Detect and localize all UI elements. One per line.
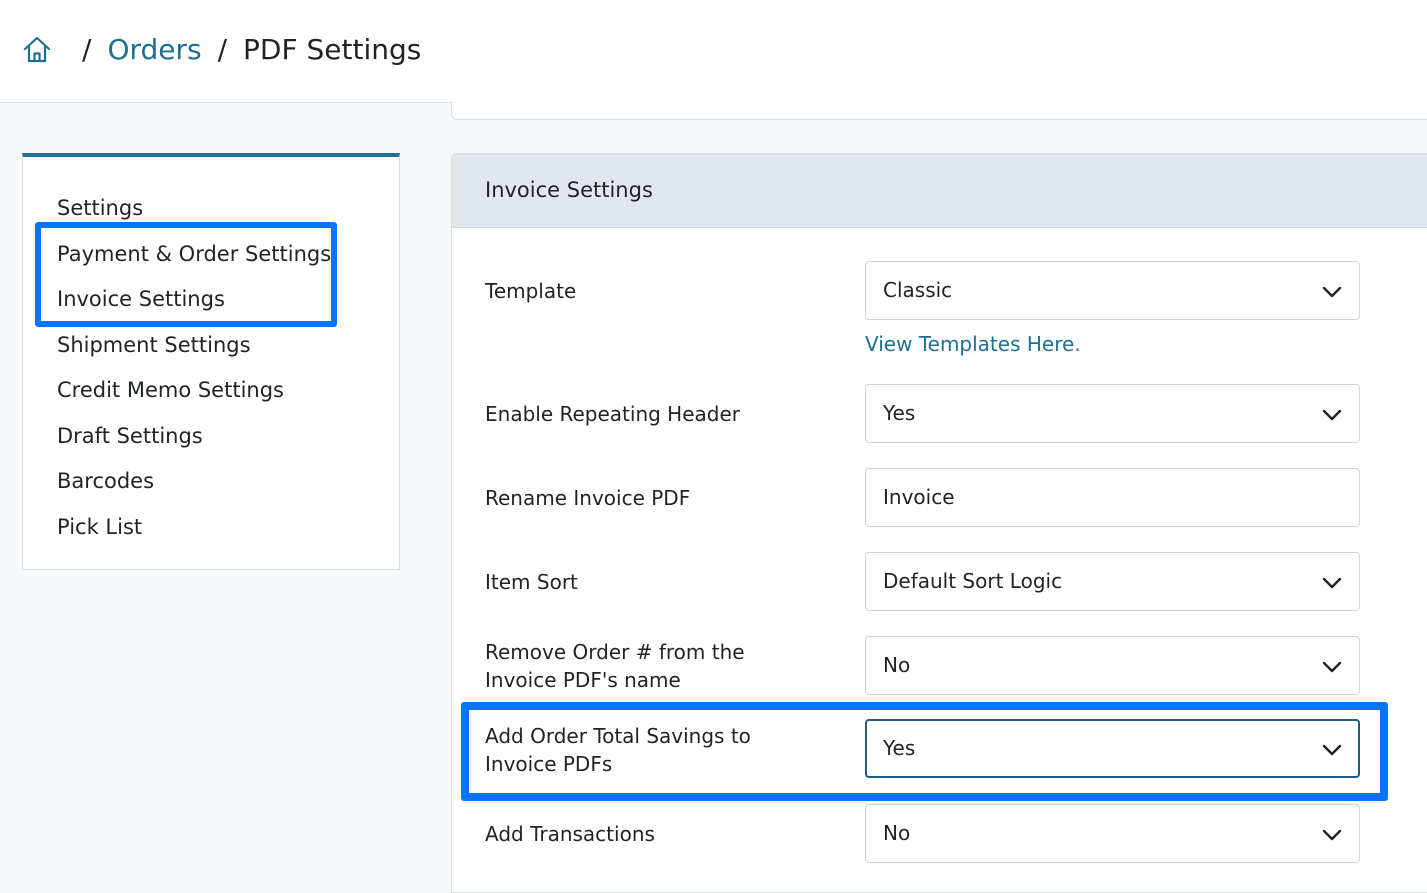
sidebar-item-settings[interactable]: Settings xyxy=(57,194,143,222)
repeating-header-label: Enable Repeating Header xyxy=(485,402,740,426)
rename-pdf-label: Rename Invoice PDF xyxy=(485,486,691,510)
remove-order-number-label: Remove Order # from the Invoice PDF's na… xyxy=(485,640,745,692)
panel-header: Invoice Settings xyxy=(452,154,1427,228)
repeating-header-select[interactable]: Yes xyxy=(865,384,1360,443)
remove-order-number-select-value: No xyxy=(883,653,911,677)
chevron-down-icon xyxy=(1322,409,1342,421)
sidebar-item-invoice-settings[interactable]: Invoice Settings xyxy=(57,285,225,313)
template-select[interactable]: Classic xyxy=(865,261,1360,320)
chevron-down-icon xyxy=(1322,661,1342,673)
remove-order-number-select[interactable]: No xyxy=(865,636,1360,695)
settings-sidebar: Settings Payment & Order Settings Invoic… xyxy=(22,153,400,570)
breadcrumb: / Orders / PDF Settings xyxy=(22,30,421,70)
rename-pdf-input-value: Invoice xyxy=(883,485,955,509)
panel-title: Invoice Settings xyxy=(485,178,653,202)
breadcrumb-separator: / xyxy=(217,33,228,66)
order-total-savings-select[interactable]: Yes xyxy=(865,719,1360,778)
sidebar-item-credit-memo-settings[interactable]: Credit Memo Settings xyxy=(57,376,284,404)
view-templates-link[interactable]: View Templates Here. xyxy=(865,330,1081,358)
template-label: Template xyxy=(485,279,577,303)
chevron-down-icon xyxy=(1322,744,1342,756)
sidebar-item-pick-list[interactable]: Pick List xyxy=(57,513,142,541)
template-select-value: Classic xyxy=(883,278,953,302)
sidebar-item-barcodes[interactable]: Barcodes xyxy=(57,467,154,495)
item-sort-label: Item Sort xyxy=(485,570,578,594)
page-title: PDF Settings xyxy=(243,33,422,66)
chevron-down-icon xyxy=(1322,286,1342,298)
home-icon[interactable] xyxy=(22,35,52,65)
chevron-down-icon xyxy=(1322,577,1342,589)
add-transactions-select[interactable]: No xyxy=(865,804,1360,863)
item-sort-select[interactable]: Default Sort Logic xyxy=(865,552,1360,611)
rename-pdf-input[interactable]: Invoice xyxy=(865,468,1360,527)
order-total-savings-select-value: Yes xyxy=(883,736,916,760)
sidebar-item-shipment-settings[interactable]: Shipment Settings xyxy=(57,331,251,359)
invoice-settings-panel: Invoice Settings Template Classic View T… xyxy=(451,153,1427,893)
repeating-header-select-value: Yes xyxy=(883,401,916,425)
sidebar-item-draft-settings[interactable]: Draft Settings xyxy=(57,422,203,450)
breadcrumb-orders-link[interactable]: Orders xyxy=(107,30,201,70)
sidebar-item-payment-order-settings[interactable]: Payment & Order Settings xyxy=(57,240,331,268)
order-total-savings-label: Add Order Total Savings to Invoice PDFs xyxy=(485,724,751,776)
top-bar: / Orders / PDF Settings xyxy=(0,0,1427,103)
breadcrumb-separator: / xyxy=(82,33,92,66)
add-transactions-select-value: No xyxy=(883,821,911,845)
item-sort-select-value: Default Sort Logic xyxy=(883,569,1063,593)
chevron-down-icon xyxy=(1322,829,1342,841)
add-transactions-label: Add Transactions xyxy=(485,822,655,846)
previous-panel-bottom xyxy=(451,102,1427,120)
